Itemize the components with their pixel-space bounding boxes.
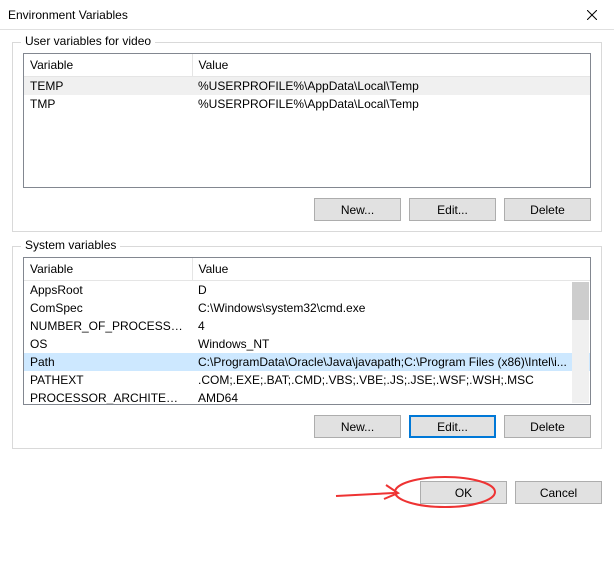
- ok-button[interactable]: OK: [420, 481, 507, 504]
- scrollbar-thumb[interactable]: [572, 282, 589, 320]
- user-buttons-row: New... Edit... Delete: [23, 198, 591, 221]
- var-value-cell: AMD64: [192, 389, 590, 405]
- user-variables-table[interactable]: Variable Value TEMP%USERPROFILE%\AppData…: [23, 53, 591, 188]
- user-delete-button[interactable]: Delete: [504, 198, 591, 221]
- var-value-cell: 4: [192, 317, 590, 335]
- system-delete-button[interactable]: Delete: [504, 415, 591, 438]
- var-value-cell: %USERPROFILE%\AppData\Local\Temp: [192, 95, 590, 113]
- cancel-button[interactable]: Cancel: [515, 481, 602, 504]
- table-row[interactable]: TMP%USERPROFILE%\AppData\Local\Temp: [24, 95, 590, 113]
- user-table-header-row[interactable]: Variable Value: [24, 54, 590, 77]
- var-name-cell: TMP: [24, 95, 192, 113]
- system-variables-group: System variables Variable Value AppsRoot…: [12, 246, 602, 449]
- user-group-label: User variables for video: [21, 34, 155, 48]
- dialog-buttons: OK Cancel: [0, 475, 614, 504]
- table-row[interactable]: AppsRootD: [24, 281, 590, 300]
- table-row[interactable]: PathC:\ProgramData\Oracle\Java\javapath;…: [24, 353, 590, 371]
- user-edit-button[interactable]: Edit...: [409, 198, 496, 221]
- system-table-header-row[interactable]: Variable Value: [24, 258, 590, 281]
- system-edit-button[interactable]: Edit...: [409, 415, 496, 438]
- system-scrollbar[interactable]: [572, 282, 589, 403]
- col-header-value[interactable]: Value: [192, 258, 590, 281]
- table-row[interactable]: OSWindows_NT: [24, 335, 590, 353]
- system-buttons-row: New... Edit... Delete: [23, 415, 591, 438]
- var-value-cell: .COM;.EXE;.BAT;.CMD;.VBS;.VBE;.JS;.JSE;.…: [192, 371, 590, 389]
- var-value-cell: D: [192, 281, 590, 300]
- var-name-cell: AppsRoot: [24, 281, 192, 300]
- table-row[interactable]: PROCESSOR_ARCHITECTUREAMD64: [24, 389, 590, 405]
- table-row[interactable]: ComSpecC:\Windows\system32\cmd.exe: [24, 299, 590, 317]
- var-value-cell: C:\ProgramData\Oracle\Java\javapath;C:\P…: [192, 353, 590, 371]
- var-value-cell: %USERPROFILE%\AppData\Local\Temp: [192, 77, 590, 96]
- var-name-cell: Path: [24, 353, 192, 371]
- col-header-variable[interactable]: Variable: [24, 258, 192, 281]
- var-value-cell: Windows_NT: [192, 335, 590, 353]
- system-group-label: System variables: [21, 238, 120, 252]
- user-new-button[interactable]: New...: [314, 198, 401, 221]
- var-name-cell: TEMP: [24, 77, 192, 96]
- system-variables-table[interactable]: Variable Value AppsRootDComSpecC:\Window…: [23, 257, 591, 405]
- user-variables-group: User variables for video Variable Value …: [12, 42, 602, 232]
- var-name-cell: ComSpec: [24, 299, 192, 317]
- dialog-content: User variables for video Variable Value …: [0, 30, 614, 475]
- titlebar: Environment Variables: [0, 0, 614, 30]
- window-title: Environment Variables: [8, 8, 569, 22]
- var-name-cell: NUMBER_OF_PROCESSORS: [24, 317, 192, 335]
- var-name-cell: OS: [24, 335, 192, 353]
- col-header-value[interactable]: Value: [192, 54, 590, 77]
- close-button[interactable]: [569, 0, 614, 30]
- var-name-cell: PROCESSOR_ARCHITECTURE: [24, 389, 192, 405]
- system-new-button[interactable]: New...: [314, 415, 401, 438]
- close-icon: [587, 10, 597, 20]
- table-row[interactable]: TEMP%USERPROFILE%\AppData\Local\Temp: [24, 77, 590, 96]
- table-row[interactable]: NUMBER_OF_PROCESSORS4: [24, 317, 590, 335]
- col-header-variable[interactable]: Variable: [24, 54, 192, 77]
- var-value-cell: C:\Windows\system32\cmd.exe: [192, 299, 590, 317]
- table-row[interactable]: PATHEXT.COM;.EXE;.BAT;.CMD;.VBS;.VBE;.JS…: [24, 371, 590, 389]
- var-name-cell: PATHEXT: [24, 371, 192, 389]
